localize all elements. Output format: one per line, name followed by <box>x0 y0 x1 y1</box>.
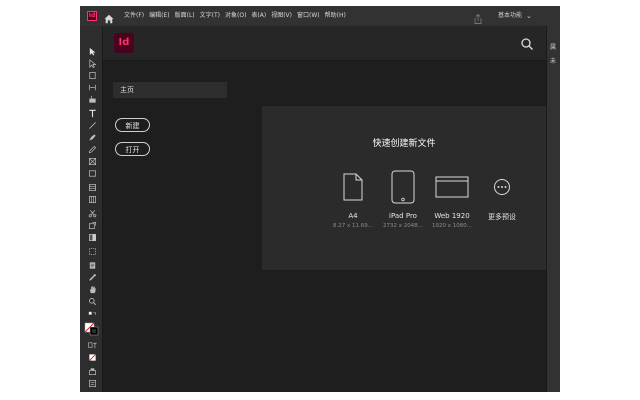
home-icon[interactable] <box>103 10 115 24</box>
screen-mode-icon[interactable] <box>86 366 98 377</box>
open-document-button[interactable]: 打开 <box>115 142 150 156</box>
preset-name: Web 1920 <box>434 212 470 220</box>
quick-create-panel: 快速创建新文件 A4 8.27 x 11.69... iPad Pro 2732… <box>262 106 546 270</box>
tablet-icon <box>375 170 431 204</box>
direct-selection-tool-icon[interactable] <box>86 58 98 69</box>
home-header: Id <box>103 26 546 61</box>
pencil-tool-icon[interactable] <box>86 144 98 155</box>
browser-icon <box>424 170 480 204</box>
menu-help[interactable]: 帮助(H) <box>325 6 346 26</box>
preset-a4[interactable]: A4 8.27 x 11.69... <box>325 170 381 229</box>
home-nav-item[interactable]: 主页 <box>113 82 227 98</box>
content-collector-icon[interactable] <box>86 94 98 105</box>
preset-name: A4 <box>348 212 358 220</box>
hand-tool-icon[interactable] <box>86 284 98 295</box>
vertical-grid-tool-icon[interactable] <box>86 194 98 205</box>
apply-none-icon[interactable] <box>86 352 98 363</box>
formatting-affects-text-icon[interactable] <box>86 340 98 351</box>
note-tool-icon[interactable] <box>86 260 98 271</box>
more-icon <box>474 170 530 204</box>
preset-more[interactable]: 更多预设 <box>474 170 530 222</box>
preset-web-1920[interactable]: Web 1920 1920 x 1080... <box>424 170 480 229</box>
free-transform-tool-icon[interactable] <box>86 220 98 231</box>
page-icon <box>325 170 381 204</box>
fill-stroke-swatch-icon[interactable] <box>84 322 100 336</box>
scissors-tool-icon[interactable] <box>86 208 98 219</box>
properties-panel-status: 未 <box>550 58 557 65</box>
main-menu: 文件(F) 编辑(E) 版面(L) 文字(T) 对象(O) 表(A) 视图(V)… <box>124 6 351 26</box>
default-colors-icon[interactable] <box>86 310 98 321</box>
quick-create-title: 快速创建新文件 <box>372 139 436 149</box>
horizontal-grid-tool-icon[interactable] <box>86 182 98 193</box>
preset-size: 1920 x 1080... <box>432 223 472 229</box>
app-logo-icon: Id <box>87 11 97 21</box>
menu-edit[interactable]: 编辑(E) <box>149 6 169 26</box>
preset-name: 更多预设 <box>488 213 516 221</box>
menu-bar: Id 文件(F) 编辑(E) 版面(L) 文字(T) 对象(O) 表(A) 视图… <box>80 6 560 26</box>
preset-size: 2732 x 2048... <box>383 223 423 229</box>
pen-tool-icon[interactable] <box>86 132 98 143</box>
menu-window[interactable]: 窗口(W) <box>297 6 320 26</box>
new-document-button[interactable]: 新建 <box>115 118 150 132</box>
zoom-tool-icon[interactable] <box>86 296 98 307</box>
properties-panel[interactable]: 属 未 <box>546 26 560 392</box>
gap-tool-icon[interactable] <box>86 82 98 93</box>
preset-name: iPad Pro <box>389 212 417 220</box>
type-tool-icon[interactable] <box>86 108 98 119</box>
page-tool-icon[interactable] <box>86 70 98 81</box>
indesign-logo-icon: Id <box>114 33 134 53</box>
tools-panel <box>80 26 103 392</box>
share-icon[interactable] <box>472 10 484 24</box>
gradient-swatch-tool-icon[interactable] <box>86 232 98 243</box>
menu-file[interactable]: 文件(F) <box>124 6 144 26</box>
app-window: Id 文件(F) 编辑(E) 版面(L) 文字(T) 对象(O) 表(A) 视图… <box>80 6 560 392</box>
workspace-switcher[interactable]: 基本功能 <box>498 6 522 26</box>
menu-object[interactable]: 对象(O) <box>225 6 246 26</box>
eyedropper-tool-icon[interactable] <box>86 272 98 283</box>
search-icon[interactable] <box>520 36 534 50</box>
menu-table[interactable]: 表(A) <box>251 6 266 26</box>
menu-view[interactable]: 视图(V) <box>271 6 292 26</box>
rectangle-frame-tool-icon[interactable] <box>86 156 98 167</box>
preset-size: 8.27 x 11.69... <box>333 223 373 229</box>
chevron-down-icon[interactable]: ⌄ <box>526 6 532 26</box>
selection-tool-icon[interactable] <box>86 46 98 57</box>
preset-ipad-pro[interactable]: iPad Pro 2732 x 2048... <box>375 170 431 229</box>
properties-panel-label: 属 <box>550 44 557 51</box>
menu-layout[interactable]: 版面(L) <box>175 6 195 26</box>
line-tool-icon[interactable] <box>86 120 98 131</box>
menu-type[interactable]: 文字(T) <box>200 6 220 26</box>
gradient-feather-tool-icon[interactable] <box>86 246 98 257</box>
rectangle-tool-icon[interactable] <box>86 168 98 179</box>
panel-menu-icon[interactable] <box>86 378 98 389</box>
